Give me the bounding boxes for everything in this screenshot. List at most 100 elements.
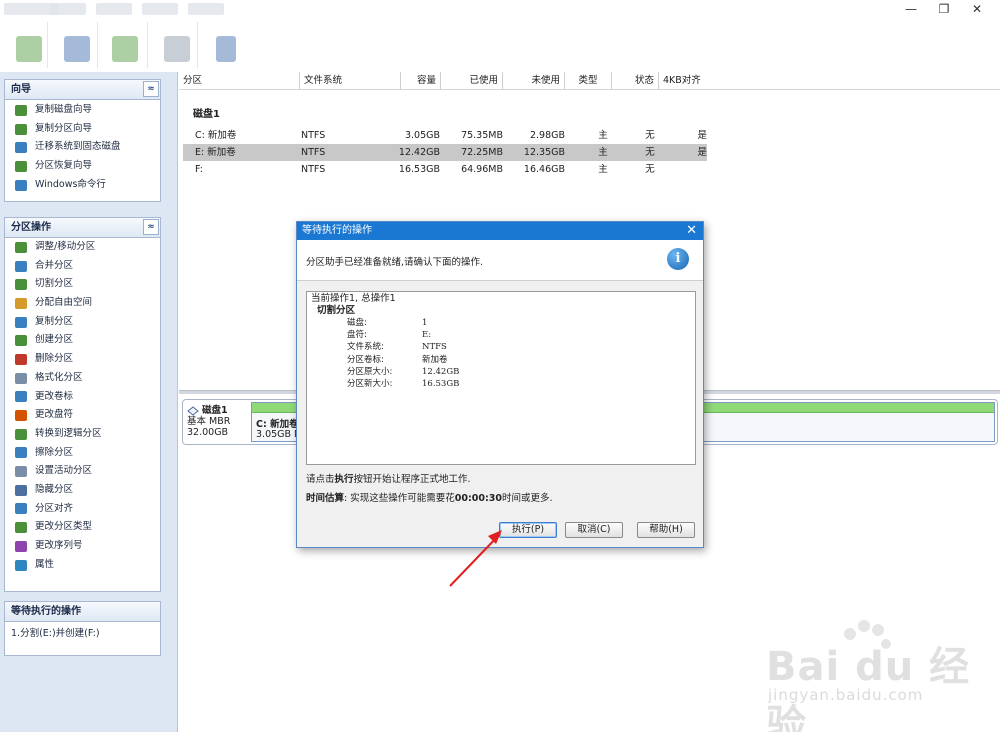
- detail-row: 盘符: E:: [311, 329, 691, 341]
- pending-operations-panel: 等待执行的操作 1.分割(E:)并创建(F:): [4, 601, 161, 656]
- panel-item-label: 隐藏分区: [35, 483, 74, 495]
- panel-item[interactable]: 切割分区: [5, 275, 160, 294]
- hide-icon: [15, 484, 27, 496]
- commit-icon[interactable]: [16, 36, 42, 62]
- detail-key: 分区原大小:: [347, 366, 393, 377]
- panel-item[interactable]: 格式化分区: [5, 369, 160, 388]
- panel-item[interactable]: 转换到逻辑分区: [5, 425, 160, 444]
- cell-used: 64.96MB: [461, 164, 503, 175]
- copy-partition-icon: [15, 123, 27, 135]
- collapse-icon[interactable]: ≈: [143, 219, 159, 235]
- panel-item-label: 设置活动分区: [35, 465, 93, 477]
- column-free[interactable]: 未使用: [503, 72, 565, 90]
- detail-key: 分区新大小:: [347, 378, 393, 389]
- time-prefix: : 实现这些操作可能需要花: [344, 493, 455, 504]
- column-status[interactable]: 状态: [612, 72, 659, 90]
- menu-item-blurred[interactable]: [50, 3, 86, 15]
- panel-item[interactable]: Windows命令行: [5, 176, 160, 195]
- wipe-icon: [15, 447, 27, 459]
- panel-item[interactable]: 更改卷标: [5, 388, 160, 407]
- wizard-panel-title: 向导: [11, 84, 31, 95]
- panel-item[interactable]: 复制磁盘向导: [5, 101, 160, 120]
- table-row[interactable]: F: NTFS 16.53GB 64.96MB 16.46GB 主 无: [183, 161, 707, 178]
- panel-item[interactable]: 属性: [5, 556, 160, 575]
- panel-item-label: 复制分区向导: [35, 122, 93, 134]
- panel-item[interactable]: 擦除分区: [5, 444, 160, 463]
- minimize-button[interactable]: —: [896, 1, 926, 17]
- panel-item[interactable]: 复制分区: [5, 313, 160, 332]
- panel-item[interactable]: 更改盘符: [5, 406, 160, 425]
- cancel-button[interactable]: 取消(C): [565, 522, 623, 538]
- cell-status: 无: [645, 130, 655, 141]
- refresh-icon[interactable]: [216, 36, 236, 62]
- detail-value: E:: [422, 330, 432, 341]
- column-type[interactable]: 类型: [565, 72, 612, 90]
- cell-align: 是: [697, 130, 707, 141]
- panel-item-label: 分区恢复向导: [35, 160, 93, 172]
- operations-panel-header: 分区操作 ≈: [5, 218, 160, 238]
- time-label: 时间估算: [306, 493, 345, 504]
- menu-item-blurred[interactable]: [188, 3, 224, 15]
- cell-type: 主: [598, 164, 608, 175]
- cell-partition: E: 新加卷: [195, 147, 236, 158]
- pending-panel-title: 等待执行的操作: [11, 606, 81, 617]
- cell-capacity: 16.53GB: [398, 164, 440, 175]
- baidu-watermark: Bai du 经验 jingyan.baidu.com: [758, 620, 998, 732]
- panel-item[interactable]: 删除分区: [5, 350, 160, 369]
- panel-item-label: 分配自由空间: [35, 297, 93, 309]
- panel-item[interactable]: 分区恢复向导: [5, 157, 160, 176]
- time-suffix: 时间或更多.: [502, 493, 553, 504]
- panel-item-label: 创建分区: [35, 334, 74, 346]
- recovery-icon: [15, 160, 27, 172]
- merge-icon: [15, 260, 27, 272]
- column-filesystem[interactable]: 文件系统: [300, 72, 401, 90]
- column-used[interactable]: 已使用: [441, 72, 503, 90]
- close-window-button[interactable]: ✕: [962, 1, 992, 17]
- operation-counter: 当前操作1, 总操作1: [311, 293, 396, 304]
- panel-item[interactable]: 设置活动分区: [5, 462, 160, 481]
- pending-item[interactable]: 1.分割(E:)并创建(F:): [5, 625, 160, 644]
- help-button[interactable]: 帮助(H): [637, 522, 695, 538]
- panel-item[interactable]: 调整/移动分区: [5, 238, 160, 257]
- panel-item-label: 调整/移动分区: [35, 241, 96, 252]
- panel-item[interactable]: 创建分区: [5, 331, 160, 350]
- table-row[interactable]: C: 新加卷 NTFS 3.05GB 75.35MB 2.98GB 主 无 是: [183, 127, 707, 144]
- maximize-button[interactable]: ❐: [929, 1, 959, 17]
- cell-used: 72.25MB: [461, 147, 503, 158]
- operation-details-box: 当前操作1, 总操作1 切割分区 磁盘: 1 盘符: E: 文件系统: NTFS 分区卷标:…: [306, 291, 696, 465]
- panel-item-label: 更改盘符: [35, 409, 74, 421]
- panel-item-label: 切割分区: [35, 278, 74, 290]
- toolbar-separator: [147, 22, 148, 68]
- panel-item[interactable]: 合并分区: [5, 257, 160, 276]
- dialog-close-icon[interactable]: ✕: [686, 222, 697, 240]
- dialog-title: 等待执行的操作: [302, 225, 372, 236]
- table-row[interactable]: E: 新加卷 NTFS 12.42GB 72.25MB 12.35GB 主 无 是: [183, 144, 707, 161]
- column-capacity[interactable]: 容量: [401, 72, 441, 90]
- detail-key: 盘符:: [347, 330, 367, 341]
- detail-key: 磁盘:: [347, 318, 367, 328]
- column-4k-align[interactable]: 4KB对齐: [659, 72, 707, 90]
- panel-item[interactable]: 更改序列号: [5, 537, 160, 556]
- menu-item-blurred[interactable]: [142, 3, 178, 15]
- panel-item[interactable]: 更改分区类型: [5, 518, 160, 537]
- column-partition[interactable]: 分区: [179, 72, 300, 90]
- discard-icon[interactable]: [164, 36, 190, 62]
- operation-name: 切割分区: [317, 305, 356, 316]
- cell-used: 75.35MB: [461, 130, 503, 141]
- cell-free: 2.98GB: [529, 130, 565, 141]
- panel-item[interactable]: 复制分区向导: [5, 120, 160, 139]
- cell-capacity: 12.42GB: [398, 147, 440, 158]
- pending-panel-header: 等待执行的操作: [5, 602, 160, 622]
- panel-item[interactable]: 迁移系统到固态磁盘: [5, 138, 160, 157]
- undo-icon[interactable]: [64, 36, 90, 62]
- collapse-icon[interactable]: ≈: [143, 81, 159, 97]
- panel-item[interactable]: 隐藏分区: [5, 481, 160, 500]
- dialog-header: 分区助手已经准备就绪,请确认下面的操作. i: [297, 240, 703, 281]
- panel-item[interactable]: 分区对齐: [5, 500, 160, 519]
- menu-item-blurred[interactable]: [96, 3, 132, 15]
- detail-row: 分区卷标: 新加卷: [311, 354, 691, 366]
- panel-item[interactable]: 分配自由空间: [5, 294, 160, 313]
- redo-icon[interactable]: [112, 36, 138, 62]
- instruction-bold: 执行: [334, 474, 354, 485]
- title-bar: — ❐ ✕: [0, 0, 1000, 18]
